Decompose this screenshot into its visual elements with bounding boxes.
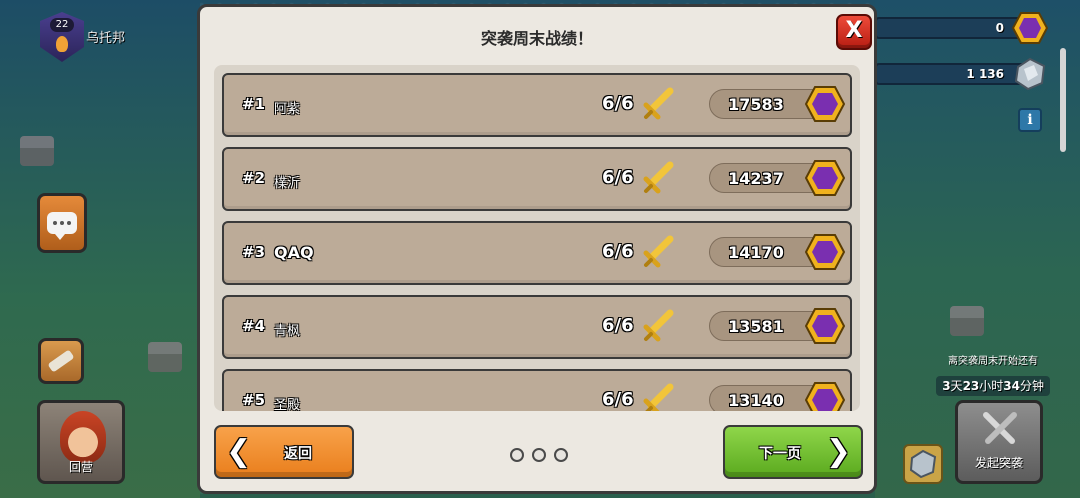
timer-hours: 23 bbox=[962, 379, 980, 393]
next-page-label: 下一页 bbox=[759, 446, 801, 462]
player-name: 青枫 bbox=[274, 324, 301, 339]
player-name: 圣殿 bbox=[274, 398, 301, 411]
page-indicator bbox=[510, 448, 568, 462]
page-dot[interactable] bbox=[510, 448, 524, 462]
rank: #4 bbox=[242, 317, 266, 335]
golden-sword-icon bbox=[643, 309, 674, 342]
raid-medal-icon bbox=[805, 234, 845, 270]
crossed-swords-icon bbox=[983, 412, 1017, 444]
village-hut bbox=[20, 136, 54, 166]
golden-sword-icon bbox=[643, 87, 674, 120]
capital-gold-icon bbox=[1014, 57, 1046, 91]
chat-icon bbox=[47, 212, 77, 240]
raid-medal-icon bbox=[805, 382, 845, 411]
dialog-title: 突袭周末战绩！ bbox=[480, 29, 593, 48]
rank: #1 bbox=[242, 95, 266, 113]
page-dot[interactable] bbox=[554, 448, 568, 462]
attacks-used: 6/6 bbox=[602, 389, 634, 410]
chevron-right-icon: ❯ bbox=[825, 434, 851, 469]
raid-medal-icon bbox=[805, 86, 845, 122]
raid-medals-score: 14237 bbox=[728, 169, 784, 188]
raid-medal-icon bbox=[1012, 12, 1048, 44]
timer-days-unit: 天 bbox=[950, 379, 963, 393]
rank: #2 bbox=[242, 169, 266, 187]
raid-medal-bar: 0 bbox=[875, 12, 1048, 44]
archer-queen-icon bbox=[60, 411, 106, 463]
timer-hours-unit: 小时 bbox=[979, 379, 1004, 393]
raid-medals-score: 13140 bbox=[728, 391, 784, 410]
return-home-label: 回营 bbox=[68, 460, 93, 474]
raid-weekend-results-dialog: 突袭周末战绩！ X #1 阿紫 6/6 17583 #2 檏沂 6/6 1423… bbox=[197, 4, 877, 494]
leaderboard-row[interactable]: #3 QAQ 6/6 14170 bbox=[222, 221, 852, 285]
attacks-used: 6/6 bbox=[602, 315, 634, 336]
golden-sword-icon bbox=[643, 161, 674, 194]
leaderboard-row[interactable]: #1 阿紫 6/6 17583 bbox=[222, 73, 852, 137]
capital-gold-bar: 1 136 bbox=[875, 57, 1046, 91]
leaderboard-list[interactable]: #1 阿紫 6/6 17583 #2 檏沂 6/6 14237 #3 QAQ 6… bbox=[214, 65, 860, 411]
scrollbar[interactable] bbox=[1060, 48, 1066, 152]
leaderboard-row[interactable]: #5 圣殿 6/6 13140 bbox=[222, 369, 852, 411]
chat-button[interactable] bbox=[37, 193, 87, 253]
rank: #3 bbox=[242, 243, 266, 261]
start-raid-label: 发起突袭 bbox=[974, 456, 1023, 470]
timer-minutes: 34 bbox=[1003, 379, 1020, 393]
leaderboard-row[interactable]: #4 青枫 6/6 13581 bbox=[222, 295, 852, 359]
capital-gold-small-icon bbox=[909, 449, 937, 479]
raid-medals-score: 13581 bbox=[728, 317, 784, 336]
raid-countdown-timer: 3天23小时34分钟 bbox=[936, 376, 1050, 396]
builder-tool-button[interactable] bbox=[38, 338, 84, 384]
capital-gold-count: 1 136 bbox=[966, 67, 1004, 81]
timer-minutes-unit: 分钟 bbox=[1019, 379, 1044, 393]
next-page-button[interactable]: 下一页 ❯ bbox=[723, 425, 863, 479]
back-button[interactable]: ❮ 返回 bbox=[214, 425, 354, 479]
page-dot[interactable] bbox=[532, 448, 546, 462]
golden-sword-icon bbox=[643, 383, 674, 411]
attacks-used: 6/6 bbox=[602, 93, 634, 114]
raid-medal-icon bbox=[805, 160, 845, 196]
close-button[interactable]: X bbox=[836, 14, 872, 50]
league-level: 22 bbox=[50, 18, 74, 32]
hammer-icon bbox=[47, 349, 75, 373]
attacks-used: 6/6 bbox=[602, 241, 634, 262]
capital-gold-button[interactable] bbox=[903, 444, 943, 484]
player-name: QAQ bbox=[274, 243, 314, 262]
player-name: 檏沂 bbox=[274, 176, 301, 191]
leaderboard-row[interactable]: #2 檏沂 6/6 14237 bbox=[222, 147, 852, 211]
flame-icon bbox=[56, 36, 68, 52]
raid-countdown-note: 离突袭周末开始还有 bbox=[948, 356, 1038, 367]
rank: #5 bbox=[242, 391, 266, 409]
raid-medals-score: 17583 bbox=[728, 95, 784, 114]
info-button[interactable]: i bbox=[1018, 108, 1042, 132]
chevron-left-icon: ❮ bbox=[226, 434, 252, 469]
back-label: 返回 bbox=[284, 446, 312, 462]
attacks-used: 6/6 bbox=[602, 167, 634, 188]
village-hut bbox=[148, 342, 182, 372]
clan-name[interactable]: 乌托邦 bbox=[86, 27, 125, 46]
start-raid-button[interactable]: 发起突袭 bbox=[955, 400, 1043, 484]
raid-medals-score: 14170 bbox=[728, 243, 784, 262]
golden-sword-icon bbox=[643, 235, 674, 268]
raid-medal-icon bbox=[805, 308, 845, 344]
timer-days: 3 bbox=[942, 379, 951, 393]
return-home-button[interactable]: 回营 bbox=[37, 400, 125, 484]
village-hut bbox=[950, 306, 984, 336]
raid-medal-count: 0 bbox=[995, 21, 1004, 35]
player-name: 阿紫 bbox=[274, 102, 301, 117]
